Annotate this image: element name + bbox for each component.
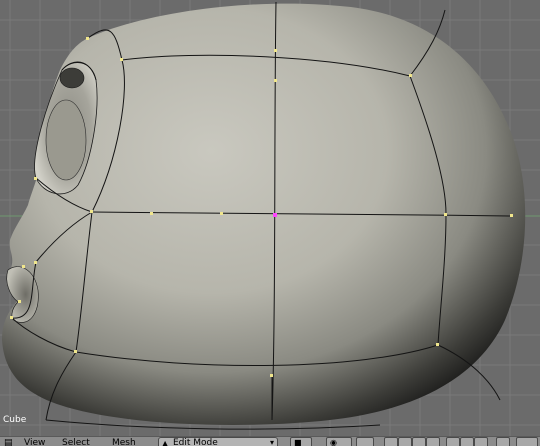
mode-select-label: Edit Mode bbox=[173, 438, 218, 446]
3d-view-header: ▤ View Select Mesh ▲ Edit Mode ▾ ■ ◉ bbox=[0, 436, 540, 446]
pivot-button[interactable]: ◉ bbox=[326, 437, 352, 446]
menu-select[interactable]: Select bbox=[62, 438, 90, 446]
widget-button[interactable] bbox=[356, 437, 374, 446]
edit-mode-icon: ▲ bbox=[162, 439, 169, 446]
layer-1-button[interactable] bbox=[384, 437, 398, 446]
object-name-label: Cube bbox=[3, 415, 27, 425]
layer-7-button[interactable] bbox=[474, 437, 488, 446]
window-type-icon[interactable]: ▤ bbox=[4, 438, 13, 446]
layer-4-button[interactable] bbox=[426, 437, 440, 446]
layer-8-button[interactable] bbox=[496, 437, 510, 446]
menu-mesh[interactable]: Mesh bbox=[112, 438, 136, 446]
draw-type-icon: ■ bbox=[294, 438, 302, 446]
menu-view[interactable]: View bbox=[24, 438, 45, 446]
mode-select[interactable]: ▲ Edit Mode ▾ bbox=[158, 437, 278, 446]
draw-type-button[interactable]: ■ bbox=[290, 437, 312, 446]
selected-vertex[interactable] bbox=[273, 213, 277, 217]
layer-6-button[interactable] bbox=[460, 437, 474, 446]
chevron-down-icon: ▾ bbox=[269, 438, 274, 446]
layer-3-button[interactable] bbox=[412, 437, 426, 446]
layer-2-button[interactable] bbox=[398, 437, 412, 446]
blender-3d-view-window: Cube ▤ View Select Mesh ▲ Edit Mode ▾ ■ … bbox=[0, 0, 540, 446]
lock-button[interactable] bbox=[516, 437, 538, 446]
eye-socket-inner bbox=[45, 99, 87, 181]
eye-rim-top bbox=[59, 67, 85, 89]
viewport-canvas bbox=[0, 0, 540, 436]
pivot-icon: ◉ bbox=[330, 438, 337, 446]
layer-5-button[interactable] bbox=[446, 437, 460, 446]
3d-viewport[interactable]: Cube bbox=[0, 0, 540, 436]
